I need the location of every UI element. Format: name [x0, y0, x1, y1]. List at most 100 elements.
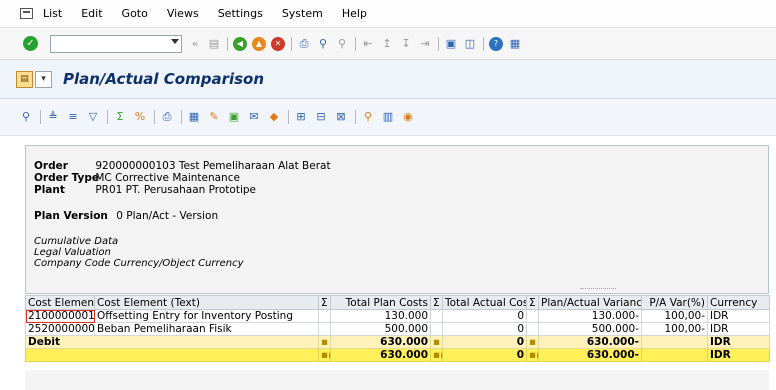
menu-item-list[interactable]: List [43, 7, 62, 20]
cumulative-note: Cumulative Data [34, 236, 119, 247]
plan-actual-grid: Cost Element Cost Element (Text) Σ Total… [25, 295, 770, 362]
cost-element-text-cell[interactable]: Beban Pemeliharaan Fisik [94, 322, 319, 336]
col-total-plan[interactable]: Total Plan Costs [330, 295, 431, 310]
find-icon[interactable]: ⚲ [316, 37, 330, 51]
cost-element-cell[interactable]: 2100000001 [25, 309, 95, 323]
customize-icon[interactable]: ▦ [508, 37, 522, 51]
shortcut-icon[interactable]: ◫ [463, 37, 477, 51]
next-page-icon[interactable]: ↧ [399, 37, 413, 51]
subtotal-label[interactable]: Debit [25, 335, 319, 349]
pa-var-cell[interactable]: 100,00- [641, 309, 708, 323]
system-menu-icon[interactable] [20, 8, 33, 19]
cancel-icon[interactable]: ✕ [271, 36, 285, 51]
new-session-icon[interactable]: ▣ [444, 37, 458, 51]
toolbar-separator [40, 110, 41, 124]
plan-version-value: 0 Plan/Act - Version [116, 210, 219, 222]
local-file-icon[interactable]: ▣ [227, 110, 241, 124]
toolbar-separator [227, 36, 228, 51]
sort-ascending-icon[interactable]: ≜ [46, 110, 60, 124]
chevron-down-icon[interactable]: ▾ [35, 70, 52, 88]
col-currency[interactable]: Currency [707, 295, 770, 310]
subtotal-row[interactable]: Debit ▪ 630.000 ▪ 0 ▪ 630.000- IDR [25, 335, 770, 349]
command-input[interactable] [51, 35, 161, 52]
sap-menu-icon[interactable]: ▤ [16, 70, 33, 88]
empty-cell [526, 309, 539, 323]
first-page-icon[interactable]: ⇤ [361, 37, 375, 51]
splitter-handle[interactable] [580, 288, 616, 291]
total-plan[interactable]: 630.000 [330, 348, 431, 362]
prev-page-icon[interactable]: ↥ [380, 37, 394, 51]
change-layout-icon[interactable]: ⊞ [294, 110, 308, 124]
col-sigma-plan[interactable]: Σ [318, 295, 331, 310]
back-icon[interactable]: ◀ [233, 36, 247, 51]
table-row[interactable]: 2100000001 Offsetting Entry for Inventor… [25, 309, 770, 323]
subtotal-currency[interactable]: IDR [707, 335, 770, 349]
sort-descending-icon[interactable]: ≡ [66, 110, 80, 124]
info-icon[interactable]: ◉ [401, 110, 415, 124]
save-layout-icon[interactable]: ⊠ [334, 110, 348, 124]
plan-cell[interactable]: 500.000 [330, 322, 431, 336]
menu-bar: List Edit Goto Views Settings System Hel… [0, 0, 776, 28]
plan-cell[interactable]: 130.000 [330, 309, 431, 323]
print-icon[interactable]: ⎙ [297, 37, 311, 51]
total-icon[interactable]: Σ [113, 110, 127, 124]
total-row[interactable]: ▪▪ 630.000 ▪▪ 0 ▪▪ 630.000- IDR [25, 348, 770, 362]
menu-item-system[interactable]: System [282, 7, 323, 20]
total-actual[interactable]: 0 [442, 348, 527, 362]
variance-cell[interactable]: 500.000- [538, 322, 642, 336]
title-menu[interactable]: ▤ ▾ [16, 70, 54, 88]
total-variance[interactable]: 630.000- [538, 348, 642, 362]
help-icon[interactable]: ? [489, 36, 503, 51]
order-value: 920000000103 Test Pemeliharaan Alat Bera… [95, 160, 331, 172]
empty-cell [641, 335, 708, 349]
subtotal-actual[interactable]: 0 [442, 335, 527, 349]
abc-analysis-icon[interactable]: ◆ [267, 110, 281, 124]
chevron-down-icon[interactable] [171, 38, 179, 44]
col-total-actual[interactable]: Total Actual Costs [442, 295, 527, 310]
col-cost-element[interactable]: Cost Element [25, 295, 95, 310]
actual-cell[interactable]: 0 [442, 309, 527, 323]
back-arrows-icon[interactable]: « [188, 37, 202, 51]
menu-item-settings[interactable]: Settings [218, 7, 263, 20]
send-icon[interactable]: ✉ [247, 110, 261, 124]
currency-cell[interactable]: IDR [707, 309, 770, 323]
empty-cell [25, 348, 319, 362]
actual-cell[interactable]: 0 [442, 322, 527, 336]
subtotal-plan[interactable]: 630.000 [330, 335, 431, 349]
find-next-icon[interactable]: ⚲ [335, 37, 349, 51]
col-cost-element-text[interactable]: Cost Element (Text) [94, 295, 319, 310]
plant-row: Plant PR01 PT. Perusahaan Prototipe [34, 184, 256, 196]
command-field[interactable] [50, 34, 182, 53]
word-processing-icon[interactable]: ✎ [207, 110, 221, 124]
subtotal-variance[interactable]: 630.000- [538, 335, 642, 349]
menu-item-edit[interactable]: Edit [81, 7, 102, 20]
order-label: Order [34, 160, 68, 172]
grid-header-row: Cost Element Cost Element (Text) Σ Total… [25, 295, 770, 310]
select-layout-icon[interactable]: ⊟ [314, 110, 328, 124]
pa-var-cell[interactable]: 100,00- [641, 322, 708, 336]
exit-icon[interactable]: ▲ [252, 36, 266, 51]
currency-cell[interactable]: IDR [707, 322, 770, 336]
filter-icon[interactable]: ▽ [86, 110, 100, 124]
microsoft-excel-icon[interactable]: ▦ [187, 110, 201, 124]
cost-element-cell[interactable]: 2520000000 [25, 322, 95, 336]
col-pa-var[interactable]: P/A Var(%) [641, 295, 708, 310]
col-variance[interactable]: Plan/Actual Variance [538, 295, 642, 310]
binoculars-icon[interactable]: ⚲ [361, 110, 375, 124]
table-row[interactable]: 2520000000 Beban Pemeliharaan Fisik 500.… [25, 322, 770, 336]
menu-item-help[interactable]: Help [342, 7, 367, 20]
details-icon[interactable]: ⚲ [19, 110, 33, 124]
col-sigma-actual[interactable]: Σ [430, 295, 443, 310]
col-sigma-variance[interactable]: Σ [526, 295, 539, 310]
subtotal-icon[interactable]: % [133, 110, 147, 124]
menu-item-goto[interactable]: Goto [122, 7, 148, 20]
enter-icon[interactable]: ✓ [23, 36, 38, 51]
variance-cell[interactable]: 130.000- [538, 309, 642, 323]
graphic-icon[interactable]: ▥ [381, 110, 395, 124]
total-currency[interactable]: IDR [707, 348, 770, 362]
print-preview-icon[interactable]: ⎙ [160, 110, 174, 124]
save-icon[interactable]: ▤ [207, 37, 221, 51]
menu-item-views[interactable]: Views [167, 7, 199, 20]
last-page-icon[interactable]: ⇥ [418, 37, 432, 51]
cost-element-text-cell[interactable]: Offsetting Entry for Inventory Posting [94, 309, 319, 323]
